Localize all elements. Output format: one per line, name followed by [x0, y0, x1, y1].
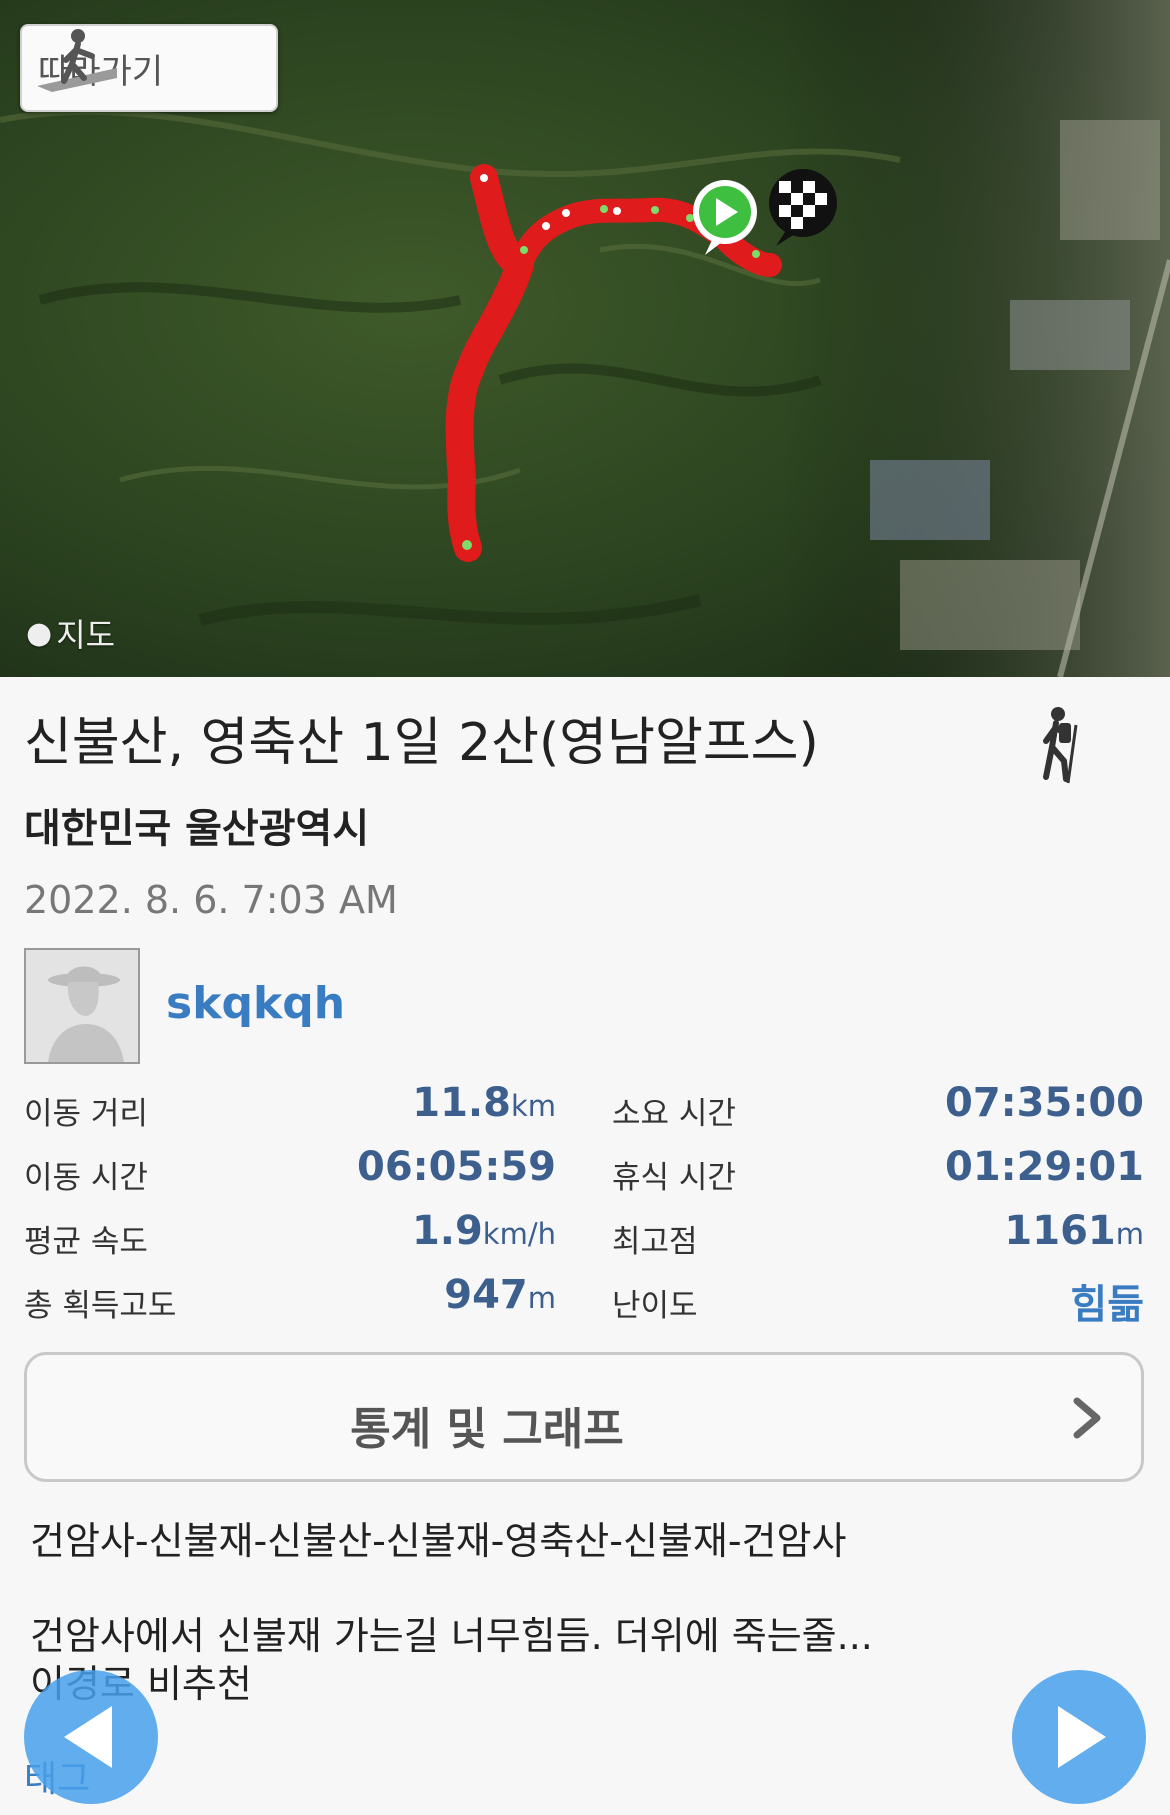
total-time-value: 07:35:00 [945, 1080, 1144, 1126]
stats-and-graphs-button[interactable]: 통계 및 그래프 [24, 1352, 1144, 1482]
stats-button-label: 통계 및 그래프 [350, 1404, 624, 1455]
distance-label: 이동 거리 [24, 1096, 148, 1132]
rest-time-value: 01:29:01 [945, 1144, 1144, 1190]
user-silhouette-icon [26, 950, 138, 1062]
activity-title: 신불산, 영축산 1일 2산(영남알프스) [24, 713, 819, 773]
chevron-right-icon [1073, 1397, 1101, 1439]
avg-speed-number: 1.9 [411, 1208, 483, 1254]
moving-time-value: 06:05:59 [357, 1144, 556, 1190]
apple-logo-icon: ● [26, 615, 53, 651]
maps-credit: ● 지도 [26, 610, 115, 656]
max-altitude-label: 최고점 [612, 1224, 698, 1260]
avg-speed-value: 1.9km/h [412, 1208, 556, 1254]
rest-time-label: 휴식 시간 [612, 1160, 736, 1196]
total-time-label: 소요 시간 [612, 1096, 736, 1132]
next-button[interactable] [1012, 1670, 1146, 1804]
rest-time-number: 01:29:01 [945, 1144, 1144, 1190]
next-arrow-icon [1058, 1706, 1106, 1768]
distance-unit: km [510, 1089, 556, 1123]
maps-credit-label: 지도 [56, 616, 116, 654]
activity-datetime: 2022. 8. 6. 7:03 AM [24, 878, 398, 922]
total-ascent-number: 947 [444, 1272, 528, 1318]
map-view[interactable]: 따라가기 ● 지도 [0, 0, 1170, 677]
follow-hiker-icon [37, 29, 117, 92]
follow-button[interactable]: 따라가기 [20, 24, 278, 112]
avg-speed-unit: km/h [482, 1217, 556, 1251]
moving-time-number: 06:05:59 [357, 1144, 556, 1190]
distance-value: 11.8km [412, 1080, 556, 1126]
username[interactable]: skqkqh [166, 978, 345, 1029]
hiker-icon [1043, 707, 1078, 784]
moving-time-label: 이동 시간 [24, 1160, 148, 1196]
max-altitude-unit: m [1115, 1217, 1144, 1251]
difficulty-text: 힘듦 [1070, 1282, 1144, 1328]
avatar[interactable] [24, 948, 140, 1064]
difficulty-label: 난이도 [612, 1288, 698, 1324]
previous-button[interactable] [24, 1670, 158, 1804]
total-ascent-unit: m [527, 1281, 556, 1315]
max-altitude-number: 1161 [1004, 1208, 1116, 1254]
max-altitude-value: 1161m [1004, 1208, 1144, 1254]
location: 대한민국 울산광역시 [24, 806, 370, 852]
difficulty-value: 힘듦 [1070, 1272, 1144, 1330]
total-ascent-label: 총 획득고도 [24, 1288, 177, 1324]
memo-line-1: 건암사에서 신불재 가는길 너무힘듬. 더위에 죽는줄... [30, 1614, 873, 1658]
avg-speed-label: 평균 속도 [24, 1224, 148, 1260]
route-description: 건암사-신불재-신불산-신불재-영축산-신불재-건암사 [30, 1519, 847, 1563]
distance-number: 11.8 [412, 1080, 511, 1126]
previous-arrow-icon [64, 1706, 112, 1768]
total-time-number: 07:35:00 [945, 1080, 1144, 1126]
total-ascent-value: 947m [444, 1272, 556, 1318]
